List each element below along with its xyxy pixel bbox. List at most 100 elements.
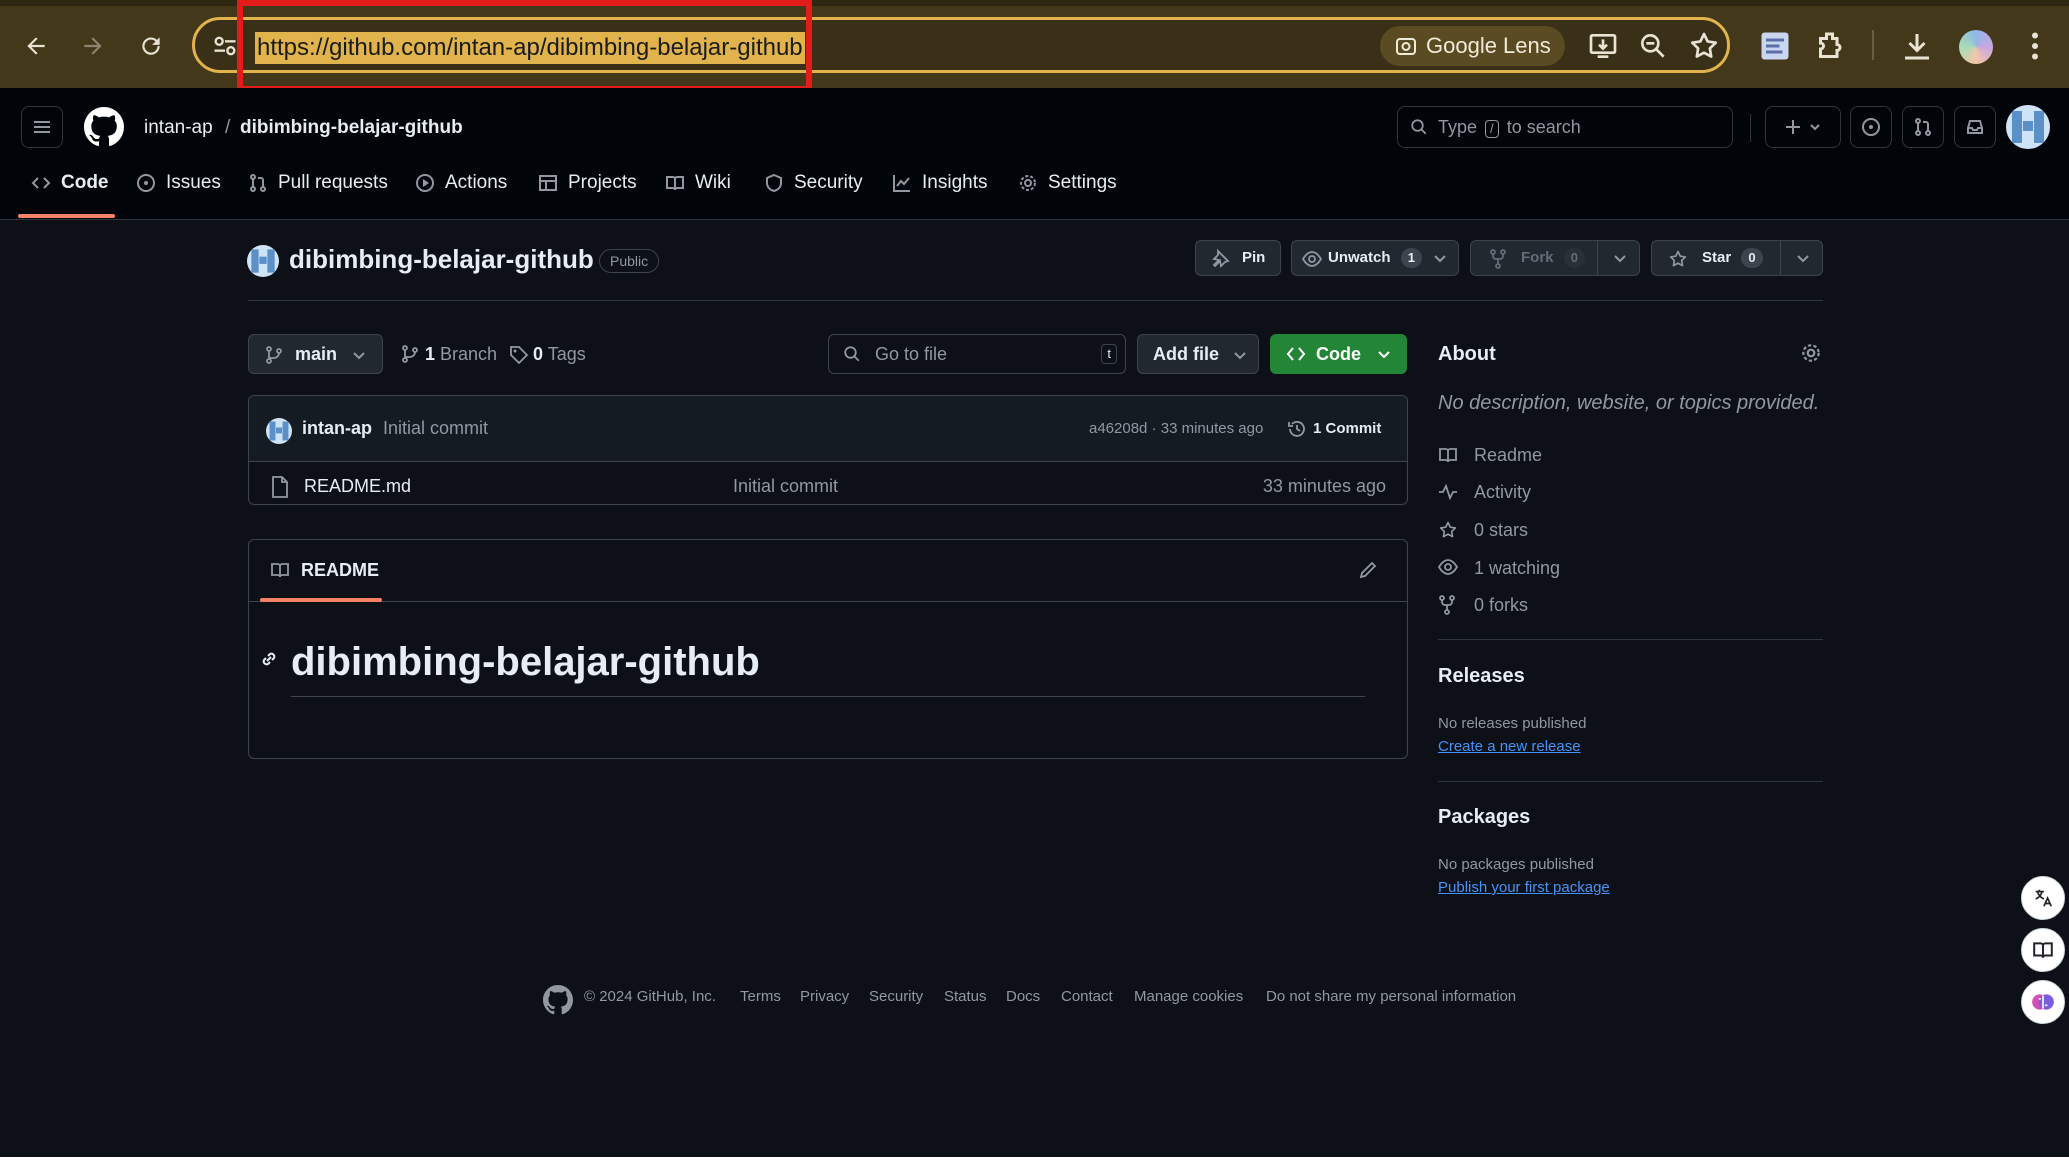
about-activity[interactable]: Activity xyxy=(1438,480,1531,504)
footer-privacy-link[interactable]: Privacy xyxy=(800,988,849,1005)
packages-empty: No packages published xyxy=(1438,856,1594,873)
tab-pull-requests-label: Pull requests xyxy=(278,172,388,193)
fork-label: Fork xyxy=(1521,249,1554,266)
go-to-file-input[interactable]: Go to file t xyxy=(828,334,1126,374)
tab-issues[interactable]: Issues xyxy=(136,162,221,220)
site-settings-icon[interactable] xyxy=(211,32,239,60)
releases-empty: No releases published xyxy=(1438,715,1587,732)
create-release-link[interactable]: Create a new release xyxy=(1438,738,1581,755)
translate-extension-button[interactable] xyxy=(2021,876,2065,920)
lens-icon xyxy=(1396,38,1416,55)
tab-security[interactable]: Security xyxy=(764,162,863,220)
ai-brain-extension-button[interactable] xyxy=(2021,980,2065,1024)
repo-title[interactable]: dibimbing-belajar-github xyxy=(289,244,594,275)
repo-owner-avatar xyxy=(247,245,279,277)
reader-extension-button[interactable] xyxy=(2021,928,2065,972)
unwatch-button[interactable]: Unwatch 1 xyxy=(1291,240,1459,276)
footer-do-not-share-link[interactable]: Do not share my personal information xyxy=(1266,988,1516,1005)
search-shortcut-key: / xyxy=(1485,120,1499,138)
back-button[interactable] xyxy=(16,26,56,66)
gear-icon[interactable] xyxy=(1800,342,1822,364)
releases-title[interactable]: Releases xyxy=(1438,665,1525,688)
book-icon xyxy=(666,176,684,191)
search-icon xyxy=(844,346,860,362)
file-commit-message[interactable]: Initial commit xyxy=(733,476,838,497)
tab-wiki[interactable]: Wiki xyxy=(665,162,731,220)
tab-insights[interactable]: Insights xyxy=(892,162,987,220)
pull-requests-button[interactable] xyxy=(1902,106,1944,148)
breadcrumb-owner[interactable]: intan-ap xyxy=(144,114,213,142)
browser-toolbar: https://github.com/intan-ap/dibimbing-be… xyxy=(0,0,2069,92)
branches-link[interactable]: 1 Branch xyxy=(401,342,497,366)
downloads-icon[interactable] xyxy=(1899,28,1935,64)
file-icon xyxy=(272,476,288,498)
tab-code[interactable]: Code xyxy=(31,162,109,220)
install-app-icon[interactable] xyxy=(1587,30,1619,62)
forward-button[interactable] xyxy=(73,26,113,66)
bookmark-star-icon[interactable] xyxy=(1688,30,1720,62)
identicon-icon xyxy=(2012,111,2044,143)
graph-icon xyxy=(893,175,910,192)
branch-selector[interactable]: main xyxy=(248,334,383,374)
about-stars[interactable]: 0 stars xyxy=(1438,518,1528,542)
history-icon xyxy=(1288,421,1305,437)
footer-manage-cookies-link[interactable]: Manage cookies xyxy=(1134,988,1243,1005)
star-button[interactable]: Star 0 xyxy=(1651,240,1823,276)
tab-actions[interactable]: Actions xyxy=(415,162,507,220)
user-avatar[interactable] xyxy=(2006,105,2050,149)
commit-author[interactable]: intan-ap xyxy=(302,418,372,439)
anchor-link-icon[interactable] xyxy=(259,649,279,669)
go-to-file-placeholder: Go to file xyxy=(875,344,948,364)
about-watching[interactable]: 1 watching xyxy=(1438,556,1560,580)
github-footer-logo-icon[interactable] xyxy=(543,985,573,1015)
code-button[interactable]: Code xyxy=(1270,334,1407,374)
footer-docs-link[interactable]: Docs xyxy=(1006,988,1040,1005)
footer-status-link[interactable]: Status xyxy=(944,988,987,1005)
tab-pull-requests[interactable]: Pull requests xyxy=(248,162,388,220)
fork-button[interactable]: Fork 0 xyxy=(1470,240,1640,276)
url-highlight-box xyxy=(237,0,812,92)
branch-count: 1 xyxy=(425,344,436,364)
file-row[interactable]: README.md Initial commit 33 minutes ago xyxy=(249,462,1407,504)
github-logo-icon[interactable] xyxy=(84,107,124,147)
inbox-button[interactable] xyxy=(1954,106,1996,148)
hamburger-button[interactable] xyxy=(21,106,63,148)
readme-tab[interactable]: README xyxy=(270,558,379,582)
footer-security-link[interactable]: Security xyxy=(869,988,923,1005)
commit-hash-time[interactable]: a46208d · 33 minutes ago xyxy=(1089,420,1263,437)
sidebar-divider xyxy=(1438,639,1823,640)
pencil-icon[interactable] xyxy=(1358,560,1378,580)
create-new-button[interactable] xyxy=(1765,106,1841,148)
add-file-button[interactable]: Add file xyxy=(1137,334,1259,374)
breadcrumb-separator: / xyxy=(225,117,231,138)
identicon-icon xyxy=(251,249,275,273)
search-input[interactable]: Type / to search xyxy=(1397,106,1733,148)
footer-terms-link[interactable]: Terms xyxy=(740,988,781,1005)
reload-button[interactable] xyxy=(131,26,171,66)
issues-button[interactable] xyxy=(1850,106,1892,148)
browser-menu-icon[interactable] xyxy=(2017,28,2053,64)
google-lens-button[interactable]: Google Lens xyxy=(1380,26,1565,66)
zoom-icon[interactable] xyxy=(1637,30,1669,62)
tab-issues-label: Issues xyxy=(166,172,221,193)
file-name[interactable]: README.md xyxy=(304,476,411,497)
extension-app-icon[interactable] xyxy=(1757,28,1793,64)
breadcrumb-repo[interactable]: dibimbing-belajar-github xyxy=(240,114,463,142)
tab-settings[interactable]: Settings xyxy=(1018,162,1117,220)
extensions-puzzle-icon[interactable] xyxy=(1813,28,1849,64)
tags-link[interactable]: 0 Tags xyxy=(509,342,586,366)
profile-avatar[interactable] xyxy=(1959,30,1993,64)
publish-package-link[interactable]: Publish your first package xyxy=(1438,879,1610,896)
visibility-badge: Public xyxy=(599,249,660,273)
about-forks[interactable]: 0 forks xyxy=(1438,593,1528,617)
pin-button[interactable]: Pin xyxy=(1195,240,1281,276)
packages-title[interactable]: Packages xyxy=(1438,806,1530,829)
commit-author-avatar[interactable] xyxy=(266,418,292,444)
tab-projects[interactable]: Projects xyxy=(538,162,637,220)
commits-link[interactable]: 1 Commit xyxy=(1287,418,1381,440)
commit-message[interactable]: Initial commit xyxy=(383,418,488,439)
pin-icon xyxy=(1212,249,1230,268)
branch-label: Branch xyxy=(440,344,498,364)
about-readme[interactable]: Readme xyxy=(1438,443,1542,467)
footer-contact-link[interactable]: Contact xyxy=(1061,988,1113,1005)
